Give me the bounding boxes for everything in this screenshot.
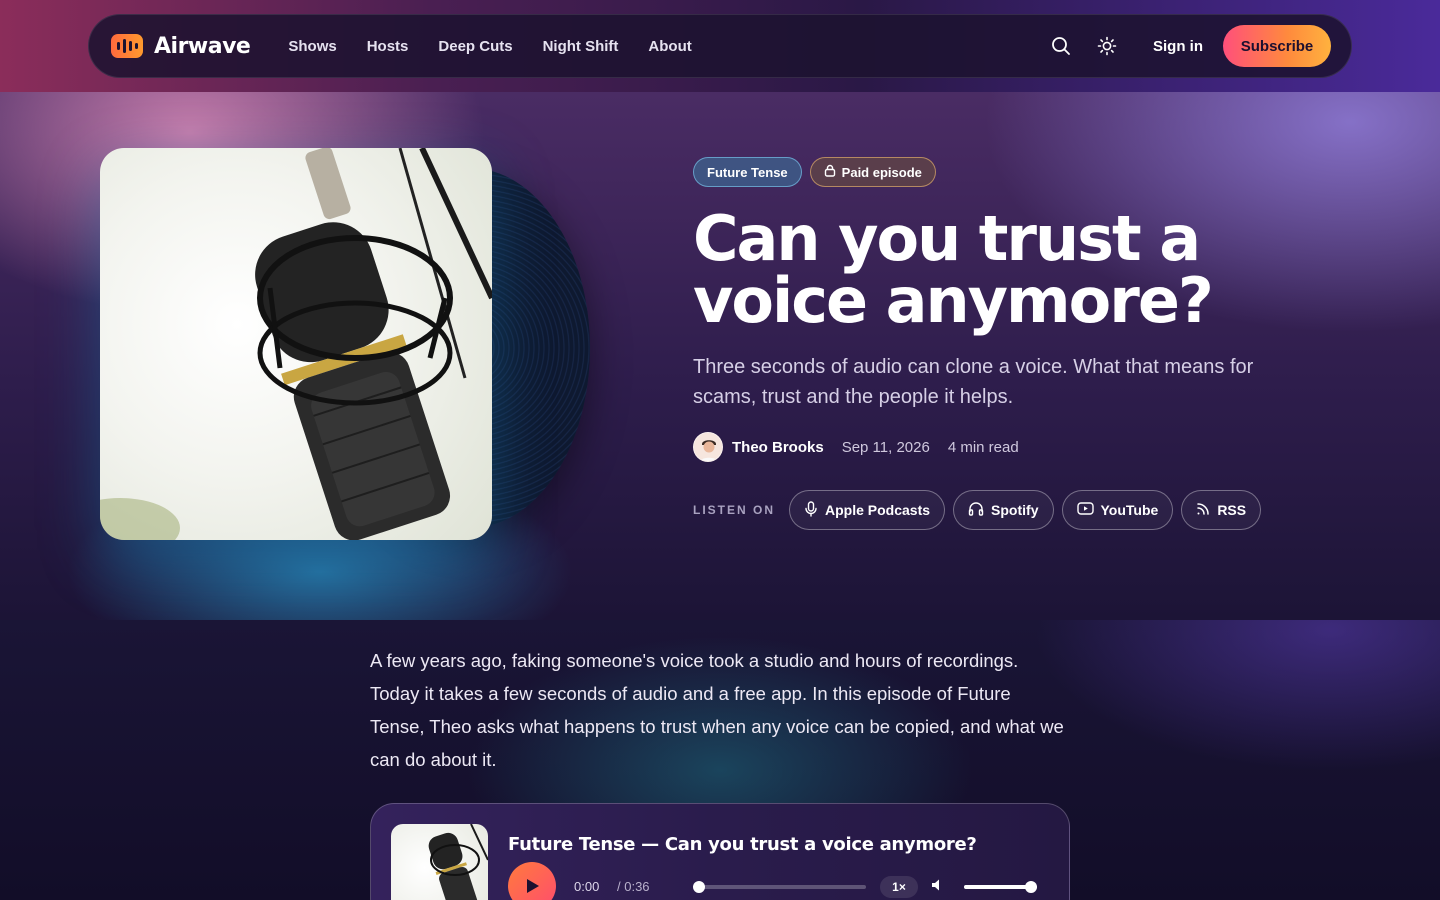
publish-date: Sep 11, 2026 bbox=[841, 438, 930, 456]
logo[interactable]: Airwave bbox=[111, 33, 251, 59]
episode-hero: Future Tense Paid episode Can you trust … bbox=[0, 92, 1440, 620]
nav-link-hosts[interactable]: Hosts bbox=[367, 38, 409, 55]
apple-podcasts-button[interactable]: Apple Podcasts bbox=[789, 490, 946, 530]
author-name[interactable]: Theo Brooks bbox=[732, 439, 824, 456]
current-time: 0:00 bbox=[574, 879, 600, 894]
paid-episode-label: Paid episode bbox=[841, 164, 922, 180]
microphone-icon bbox=[804, 500, 818, 520]
playback-speed-button[interactable]: 1× bbox=[880, 876, 918, 898]
subscribe-button[interactable]: Subscribe bbox=[1223, 25, 1331, 67]
rss-icon bbox=[1196, 502, 1210, 519]
headphones-icon bbox=[968, 501, 984, 519]
play-button[interactable] bbox=[508, 862, 556, 900]
player-thumbnail bbox=[391, 824, 488, 900]
seek-bar[interactable] bbox=[693, 881, 866, 893]
nav-link-about[interactable]: About bbox=[648, 38, 691, 55]
byline: Theo Brooks Sep 11, 2026 4 min read bbox=[693, 432, 1019, 462]
volume-icon[interactable] bbox=[931, 878, 945, 897]
paid-episode-badge[interactable]: Paid episode bbox=[809, 157, 936, 187]
rss-label: RSS bbox=[1217, 502, 1247, 518]
duration: / 0:36 bbox=[617, 879, 650, 894]
play-icon bbox=[527, 879, 539, 893]
spotify-label: Spotify bbox=[991, 502, 1039, 518]
spotify-button[interactable]: Spotify bbox=[953, 490, 1054, 530]
nav-actions: Sign in Subscribe bbox=[1049, 25, 1331, 67]
youtube-label: YouTube bbox=[1100, 502, 1159, 518]
listen-on-bar: LISTEN ON Apple Podcasts Spotify YouTube… bbox=[693, 490, 1269, 530]
volume-handle[interactable] bbox=[1025, 881, 1037, 893]
episode-title-line-2: voice anymore? bbox=[693, 264, 1214, 337]
rss-button[interactable]: RSS bbox=[1181, 490, 1262, 530]
player-title: Future Tense — Can you trust a voice any… bbox=[508, 834, 977, 855]
article-body: A few years ago, faking someone's voice … bbox=[0, 620, 1440, 900]
author-avatar[interactable] bbox=[693, 432, 723, 462]
apple-podcasts-label: Apple Podcasts bbox=[825, 502, 931, 518]
sign-in-link[interactable]: Sign in bbox=[1153, 38, 1203, 55]
volume-slider[interactable] bbox=[964, 881, 1037, 893]
episode-cover-image bbox=[100, 148, 492, 540]
episode-tags: Future Tense Paid episode bbox=[693, 157, 936, 187]
show-tag-future-tense[interactable]: Future Tense bbox=[693, 157, 802, 187]
navbar: Airwave Shows Hosts Deep Cuts Night Shif… bbox=[88, 14, 1352, 78]
youtube-icon bbox=[1076, 502, 1094, 518]
nav-link-shows[interactable]: Shows bbox=[288, 38, 336, 55]
nav-links: Shows Hosts Deep Cuts Night Shift About bbox=[288, 38, 691, 55]
seek-handle[interactable] bbox=[693, 881, 705, 893]
theme-sun-icon[interactable] bbox=[1095, 34, 1119, 58]
youtube-button[interactable]: YouTube bbox=[1061, 490, 1174, 530]
logo-waveform-icon bbox=[111, 34, 143, 58]
audio-player: Future Tense — Can you trust a voice any… bbox=[370, 803, 1070, 900]
show-tag-label: Future Tense bbox=[707, 164, 788, 180]
nav-link-deep-cuts[interactable]: Deep Cuts bbox=[438, 38, 512, 55]
episode-subtitle: Three seconds of audio can clone a voice… bbox=[693, 356, 1254, 408]
episode-title: Can you trust a voice anymore? bbox=[693, 208, 1313, 332]
listen-on-label: LISTEN ON bbox=[693, 503, 776, 517]
lock-icon bbox=[824, 164, 836, 180]
search-icon[interactable] bbox=[1049, 34, 1073, 58]
read-time: 4 min read bbox=[947, 438, 1019, 456]
logo-text: Airwave bbox=[154, 33, 251, 59]
nav-link-night-shift[interactable]: Night Shift bbox=[543, 38, 619, 55]
article-intro: A few years ago, faking someone's voice … bbox=[370, 650, 1064, 770]
